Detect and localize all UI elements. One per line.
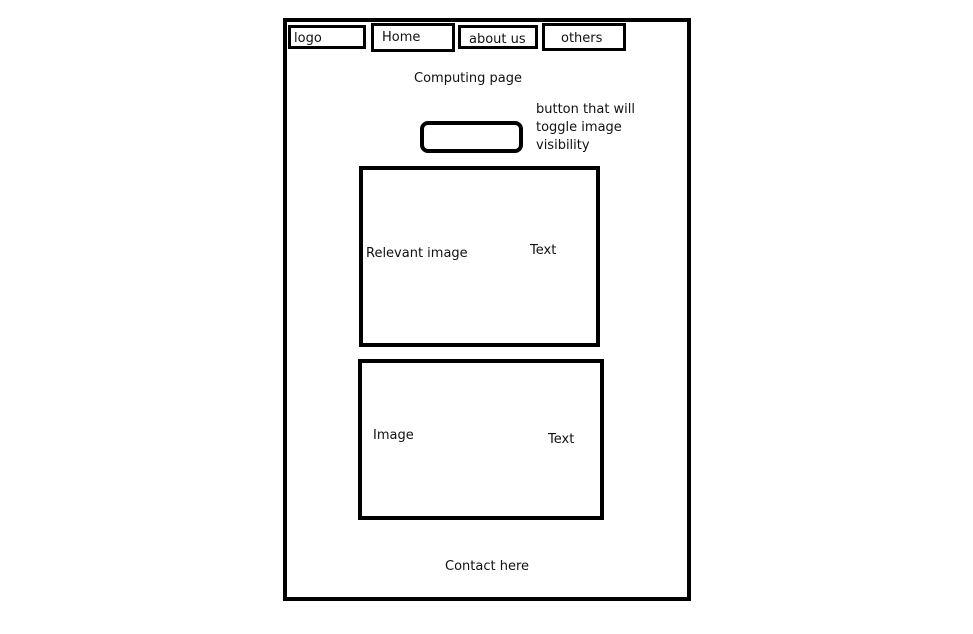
toggle-button-annotation-line-1: button that will xyxy=(536,102,636,117)
section-2-text-label: Text xyxy=(548,432,575,447)
section-1-text-label: Text xyxy=(530,243,557,258)
section-1-image-label: Relevant image xyxy=(366,246,468,261)
nav-others-button[interactable]: others xyxy=(542,23,626,51)
toggle-button-annotation-line-3: visibility xyxy=(536,138,590,153)
section-2-image-label: Image xyxy=(373,428,414,443)
toggle-button-annotation-line-2: toggle image xyxy=(536,120,622,135)
logo-box: logo xyxy=(288,25,366,49)
nav-home-label: Home xyxy=(382,30,421,45)
logo-label: logo xyxy=(294,31,322,46)
nav-others-label: others xyxy=(561,31,603,46)
contact-footer: Contact here xyxy=(445,559,530,574)
toggle-image-button[interactable] xyxy=(420,121,523,153)
nav-home-button[interactable]: Home xyxy=(371,23,455,52)
nav-about-button[interactable]: about us xyxy=(458,25,538,49)
nav-about-label: about us xyxy=(469,32,526,47)
page-title: Computing page xyxy=(414,71,522,86)
